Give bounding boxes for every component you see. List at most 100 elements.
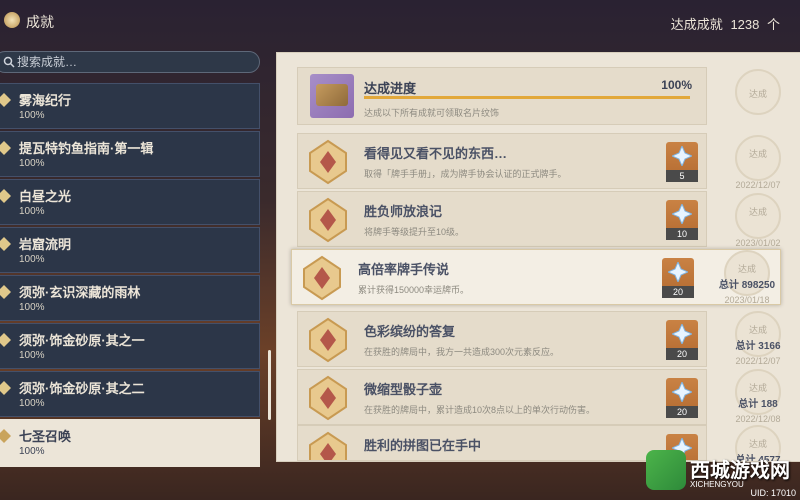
reward-amount: 5 xyxy=(666,170,698,182)
category-scrollbar[interactable] xyxy=(268,350,271,420)
total-count: 1238 xyxy=(730,17,760,32)
search-input[interactable] xyxy=(17,54,247,70)
category-percent: 100% xyxy=(19,446,45,457)
stamp-label: 达成 xyxy=(748,207,767,217)
category-percent: 100% xyxy=(19,398,45,409)
stamp-label: 达成 xyxy=(748,439,767,449)
achievement-medal-icon xyxy=(303,255,341,301)
achievement-title: 微缩型骰子壶 xyxy=(364,382,443,397)
achievement-title: 高倍率牌手传说 xyxy=(358,262,450,277)
total-unit: 个 xyxy=(766,17,780,32)
watermark-title: 西城游戏网 xyxy=(690,460,790,482)
progress-row: 达成进度 100% 达成以下所有成就可领取名片纹饰 xyxy=(297,67,707,125)
achievement-description: 取得「牌手手册」，成为牌手协会认证的正式牌手。 xyxy=(364,169,567,179)
category-item-selected[interactable]: 七圣召唤 100% xyxy=(0,419,260,467)
achievement-stamp: 达成 2023/01/02 xyxy=(725,193,791,251)
reward-amount: 20 xyxy=(662,286,694,298)
category-item[interactable]: 提瓦特钓鱼指南·第一辑 100% xyxy=(0,131,260,177)
watermark-logo-icon xyxy=(646,450,686,490)
category-emblem-icon xyxy=(0,285,11,299)
completion-date: 2022/12/07 xyxy=(735,180,781,190)
category-item[interactable]: 须弥·饰金砂原·其之一 100% xyxy=(0,323,260,369)
achievement-medal-icon xyxy=(309,375,347,421)
achievement-description: 将牌手等级提升至10级。 xyxy=(364,227,465,237)
achievement-medal-icon xyxy=(309,431,347,460)
achievement-title: 胜负师放浪记 xyxy=(364,204,443,219)
achievement-title: 胜利的拼图已在手中 xyxy=(364,438,482,453)
stamp-label: 达成 xyxy=(748,89,767,99)
progress-bar-fill xyxy=(364,96,690,99)
achievement-row[interactable]: 胜负师放浪记 将牌手等级提升至10级。 10 xyxy=(297,191,707,247)
category-emblem-icon xyxy=(0,237,11,251)
achievement-medal-icon xyxy=(309,197,347,243)
category-item[interactable]: 白昼之光 100% xyxy=(0,179,260,225)
stamp-total: 总计 188 xyxy=(738,399,778,410)
category-name: 七圣召唤 xyxy=(19,429,72,444)
achievement-medal-icon xyxy=(309,317,347,363)
category-item[interactable]: 须弥·玄识深藏的雨林 100% xyxy=(0,275,260,321)
achievement-stamp: 达成 总计 188 2022/12/08 xyxy=(725,369,791,427)
category-name: 须弥·饰金砂原·其之一 xyxy=(19,333,145,348)
achievement-stamp: 达成 总计 898250 2023/01/18 xyxy=(714,250,780,308)
namecard-image xyxy=(316,84,348,106)
search-box[interactable] xyxy=(0,51,260,73)
category-name: 白昼之光 xyxy=(19,189,72,204)
achievement-icon xyxy=(4,12,20,28)
reward-amount: 10 xyxy=(666,228,698,240)
category-emblem-icon xyxy=(0,141,11,155)
category-list: 雾海纪行 100% 提瓦特钓鱼指南·第一辑 100% 白昼之光 100% 岩窟流… xyxy=(0,83,260,469)
category-item[interactable]: 须弥·饰金砂原·其之二 100% xyxy=(0,371,260,417)
primogem-icon xyxy=(672,204,692,224)
primogem-reward: 20 xyxy=(666,320,698,360)
stamp-label: 达成 xyxy=(748,325,767,335)
primogem-icon xyxy=(672,324,692,344)
completion-date: 2023/01/02 xyxy=(735,238,781,248)
page-title: 成就 xyxy=(26,14,54,30)
completion-date: 2023/01/18 xyxy=(724,295,770,305)
top-bar: 成就 达成成就 1238 个 xyxy=(0,0,800,44)
achievement-stamp: 达成 总计 3166 2022/12/07 xyxy=(725,311,791,369)
stamp-label: 达成 xyxy=(737,264,756,274)
progress-description: 达成以下所有成就可领取名片纹饰 xyxy=(364,108,500,118)
stamp-label: 达成 xyxy=(748,149,767,159)
player-uid: UID: 17010 xyxy=(750,488,796,498)
category-name: 须弥·饰金砂原·其之二 xyxy=(19,381,145,396)
category-percent: 100% xyxy=(19,206,45,217)
stamp-label: 达成 xyxy=(748,383,767,393)
primogem-reward: 20 xyxy=(662,258,694,298)
achievement-title: 看得见又看不见的东西… xyxy=(364,146,508,161)
progress-bar xyxy=(364,96,690,99)
achievement-row[interactable]: 微缩型骰子壶 在获胜的牌局中，累计造成10次8点以上的单次行动伤害。 20 xyxy=(297,369,707,425)
category-name: 雾海纪行 xyxy=(19,93,72,108)
category-name: 须弥·玄识深藏的雨林 xyxy=(19,285,141,300)
watermark-subtitle: XICHENGYOU xyxy=(690,480,744,489)
primogem-reward: 10 xyxy=(666,200,698,240)
reward-amount: 20 xyxy=(666,348,698,360)
category-percent: 100% xyxy=(19,158,45,169)
stamp-total: 总计 3166 xyxy=(735,341,781,352)
progress-percent: 100% xyxy=(661,78,692,92)
achievement-description: 累计获得150000幸运牌币。 xyxy=(358,285,470,295)
achievement-title: 色彩缤纷的答复 xyxy=(364,324,456,339)
achievement-panel: 达成进度 100% 达成以下所有成就可领取名片纹饰 达成 看得见又看不见的东西…… xyxy=(276,52,800,462)
primogem-icon xyxy=(668,262,688,282)
achievement-total: 达成成就 1238 个 xyxy=(671,14,780,33)
achievement-description: 在获胜的牌局中，我方一共造成300次元素反应。 xyxy=(364,347,560,357)
category-emblem-icon xyxy=(0,93,11,107)
achievement-stamp: 达成 2022/12/07 xyxy=(725,135,791,193)
primogem-icon xyxy=(672,382,692,402)
category-emblem-icon xyxy=(0,333,11,347)
stamp-total: 总计 898250 xyxy=(718,280,776,291)
category-item[interactable]: 雾海纪行 100% xyxy=(0,83,260,129)
category-percent: 100% xyxy=(19,350,45,361)
category-emblem-icon xyxy=(0,429,11,443)
category-item[interactable]: 岩窟流明 100% xyxy=(0,227,260,273)
achievement-row[interactable]: 看得见又看不见的东西… 取得「牌手手册」，成为牌手协会认证的正式牌手。 5 xyxy=(297,133,707,189)
search-icon xyxy=(3,56,15,68)
achievement-description: 在获胜的牌局中，累计造成10次8点以上的单次行动伤害。 xyxy=(364,405,596,415)
reward-amount: 20 xyxy=(666,406,698,418)
category-percent: 100% xyxy=(19,302,45,313)
achievement-row-selected[interactable]: 高倍率牌手传说 累计获得150000幸运牌币。 20 达成 总计 898250 … xyxy=(291,249,781,305)
completion-date: 2022/12/08 xyxy=(735,414,781,424)
achievement-row[interactable]: 色彩缤纷的答复 在获胜的牌局中，我方一共造成300次元素反应。 20 xyxy=(297,311,707,367)
